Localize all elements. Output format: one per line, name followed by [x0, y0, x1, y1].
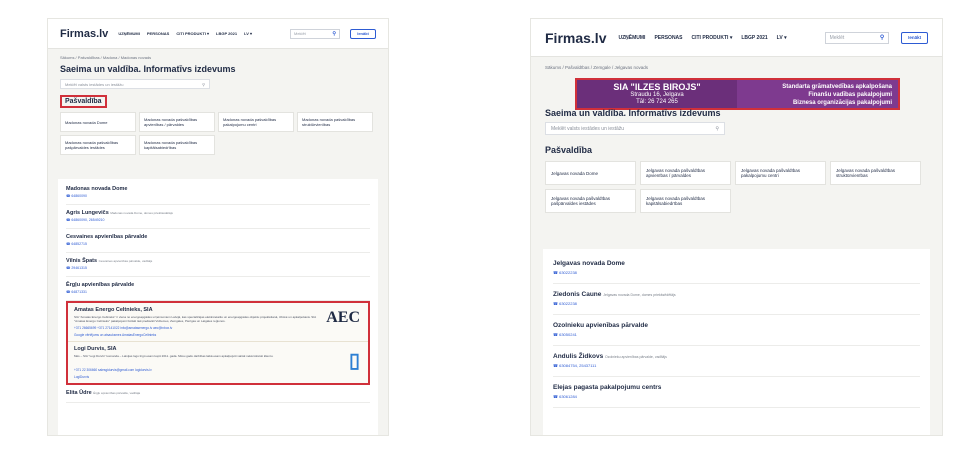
nav-companies[interactable]: UZŅĒMUMI — [618, 35, 645, 41]
banner-address: Straudu 16, Jelgava — [630, 92, 684, 98]
phone-link[interactable]: ☎ 64871331 — [66, 290, 370, 294]
category-card[interactable]: Madonas novada pašvaldības pašpārvaldes … — [60, 135, 136, 155]
category-card[interactable]: Jelgavas novada Dome — [545, 161, 636, 185]
top-navigation: Firmas.lv UZŅĒMUMI PERSONAS CITI PRODUKT… — [48, 19, 388, 49]
contact-list: Madonas novada Dome ☎ 64860090 Agris Lun… — [58, 179, 378, 435]
category-card[interactable]: Jelgavas novada pašvaldības struktūrvien… — [830, 161, 921, 185]
page-title: Saeima un valdība. Informatīvs izdevums — [60, 64, 236, 74]
phone-link[interactable]: ☎ 63061284 — [553, 394, 920, 399]
search-icon[interactable]: ⚲ — [715, 126, 719, 132]
category-grid: Madonas novada Dome Madonas novada pašva… — [48, 108, 388, 155]
advertisement-banner[interactable]: SIA "ILZES BIROJS" Straudu 16, Jelgava T… — [575, 78, 900, 110]
institution-search-input[interactable]: Meklēt valsts iestādes un iestāžu ⚲ — [60, 79, 210, 89]
breadcrumb: Sākums / Pašvaldības / Zemgale / Jelgava… — [545, 65, 649, 70]
list-item[interactable]: Ērgļu apvienības pārvalde ☎ 64871331 — [66, 277, 370, 301]
category-card[interactable]: Jelgavas novada pašvaldības apvienības /… — [640, 161, 731, 185]
phone-link[interactable]: ☎ 63022238 — [553, 270, 920, 275]
ad-contacts[interactable]: +371 22 306660 salesgidurvis@gmail.com l… — [74, 368, 362, 372]
nav-language[interactable]: LV ▾ — [244, 31, 252, 36]
search-icon[interactable]: ⚲ — [202, 82, 205, 87]
left-page-screenshot: Firmas.lv UZŅĒMUMI PERSONAS CITI PRODUKT… — [47, 18, 389, 436]
banner-phone: Tāl: 26 724 265 — [636, 99, 678, 105]
section-title: Pašvaldība — [545, 145, 593, 155]
advertisement-highlight: Amatas Energo Celtnieks, SIA SIA "Amatas… — [66, 301, 370, 385]
list-item[interactable]: Vilnis Špats Cesvaines apvienības pārval… — [66, 253, 370, 277]
banner-service: Finanšu vadības pakalpojumi — [808, 92, 892, 98]
page-title: Saeima un valdība. Informatīvs izdevums — [545, 108, 721, 118]
category-grid: Jelgavas novada Dome Jelgavas novada paš… — [531, 155, 942, 213]
breadcrumb: Sākums / Pašvaldības / Madona / Madonas … — [60, 55, 152, 60]
ad-links[interactable]: LogiDurvis — [74, 375, 362, 379]
ad-links[interactable]: Google vērtējums un atsauksmes AmatasEne… — [74, 333, 362, 337]
category-card[interactable]: Madonas novada pašvaldības kapitālsabied… — [139, 135, 215, 155]
category-card[interactable]: Madonas novada pašvaldības apvienības / … — [139, 112, 215, 132]
header-search-input[interactable]: Meklēt ⚲ — [824, 31, 890, 44]
phone-link[interactable]: ☎ 63084754, 25437111 — [553, 363, 920, 368]
list-item[interactable]: Cesvaines apvienības pārvalde ☎ 64852715 — [66, 229, 370, 253]
category-card[interactable]: Madonas novada pašvaldības pakalpojumu c… — [218, 112, 294, 132]
advertisement-card[interactable]: Amatas Energo Celtnieks, SIA SIA "Amatas… — [68, 303, 368, 342]
institution-search-input[interactable]: Meklēt valsts iestādes un iestāžu ⚲ — [545, 122, 725, 135]
nav-other-products[interactable]: CITI PRODUKTI ▾ — [692, 35, 733, 41]
nav-persons[interactable]: PERSONAS — [147, 31, 169, 36]
phone-link[interactable]: ☎ 63050241 — [553, 332, 920, 337]
main-nav: UZŅĒMUMI PERSONAS CITI PRODUKTI ▾ LBGP 2… — [618, 35, 786, 41]
list-item[interactable]: Elejas pagasta pakalpojumu centrs ☎ 6306… — [553, 377, 920, 408]
right-page-screenshot: Firmas.lv UZŅĒMUMI PERSONAS CITI PRODUKT… — [530, 18, 943, 436]
top-navigation: Firmas.lv UZŅĒMUMI PERSONAS CITI PRODUKT… — [531, 19, 942, 57]
header-search-input[interactable]: Meklēt ⚲ — [290, 28, 340, 39]
nav-lbgp[interactable]: LBGP 2021 — [216, 31, 237, 36]
list-item[interactable]: Andulis Židkovs Ozolnieku apvienības pār… — [553, 346, 920, 377]
advertisement-card[interactable]: Logi Durvis, SIA Mēs – SIA "Logi Durvis"… — [68, 342, 368, 383]
company-logo: AEC — [326, 309, 360, 326]
category-card[interactable]: Jelgavas novada pašvaldības pašpārvaldes… — [545, 189, 636, 213]
phone-link[interactable]: ☎ 64860090 — [66, 194, 370, 198]
list-item[interactable]: Jelgavas novada Dome ☎ 63022238 — [553, 253, 920, 284]
list-item[interactable]: Ozolnieku apvienības pārvalde ☎ 63050241 — [553, 315, 920, 346]
banner-service: Biznesa organizācijas pakalpojumi — [792, 100, 892, 106]
list-item[interactable]: Madonas novada Dome ☎ 64860090 — [66, 181, 370, 205]
site-logo[interactable]: Firmas.lv — [545, 30, 606, 46]
ad-contacts[interactable]: +371 26665699 +371 27141022 info@amatase… — [74, 326, 362, 330]
search-icon[interactable]: ⚲ — [880, 34, 884, 41]
phone-link[interactable]: ☎ 29461315 — [66, 266, 370, 270]
login-button[interactable]: Ienākt — [901, 31, 928, 44]
login-button[interactable]: Ienākt — [350, 28, 376, 39]
nav-other-products[interactable]: CITI PRODUKTI ▾ — [176, 31, 209, 36]
banner-service: Standarta grāmatvedības apkalpošana — [782, 84, 892, 90]
site-logo[interactable]: Firmas.lv — [60, 28, 108, 40]
phone-link[interactable]: ☎ 64860090, 26549210 — [66, 218, 370, 222]
banner-title: SIA "ILZES BIROJS" — [613, 82, 701, 92]
list-item[interactable]: Ziedonis Caune Jelgavas novada Dome, dom… — [553, 284, 920, 315]
search-icon[interactable]: ⚲ — [332, 31, 336, 37]
nav-lbgp[interactable]: LBGP 2021 — [741, 35, 767, 41]
section-highlight: Pašvaldība — [60, 95, 107, 108]
phone-link[interactable]: ☎ 64852715 — [66, 242, 370, 246]
list-item[interactable]: Agris Lungevičs Madonas novada Dome, dom… — [66, 205, 370, 229]
nav-language[interactable]: LV ▾ — [777, 35, 787, 41]
category-card[interactable]: Madonas novada pašvaldības struktūrvienī… — [297, 112, 373, 132]
category-card[interactable]: Madonas novada Dome — [60, 112, 136, 132]
category-card[interactable]: Jelgavas novada pašvaldības pakalpojumu … — [735, 161, 826, 185]
list-item[interactable]: Elita Ūdre Ērgļu apvienības pārvalde, va… — [66, 385, 370, 403]
contact-list: Jelgavas novada Dome ☎ 63022238 Ziedonis… — [543, 249, 930, 435]
phone-link[interactable]: ☎ 63022238 — [553, 301, 920, 306]
category-card[interactable]: Jelgavas novada pašvaldības kapitālsabie… — [640, 189, 731, 213]
section-title: Pašvaldība — [65, 98, 102, 105]
company-logo: ▯ — [348, 350, 360, 372]
main-nav: UZŅĒMUMI PERSONAS CITI PRODUKTI ▾ LBGP 2… — [118, 31, 252, 36]
nav-companies[interactable]: UZŅĒMUMI — [118, 31, 140, 36]
nav-persons[interactable]: PERSONAS — [654, 35, 682, 41]
